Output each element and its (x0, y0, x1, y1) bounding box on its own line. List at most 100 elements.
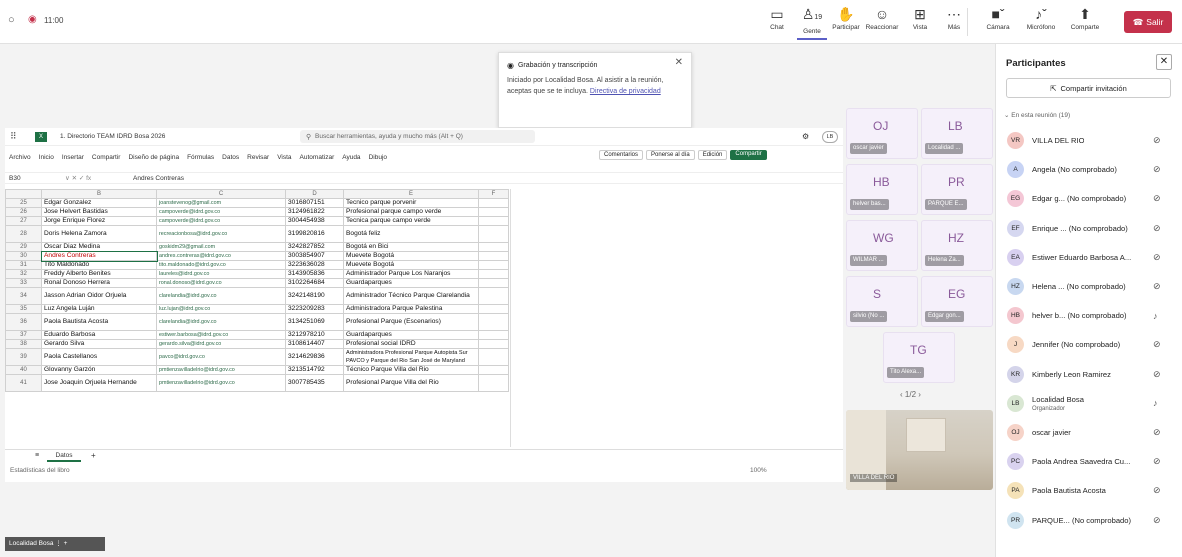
cell[interactable]: pmtienzavilladelrio@idrd.gov.co (156, 374, 286, 392)
cell[interactable]: tito.maldonado@idrd.gov.co (156, 260, 286, 270)
cell[interactable]: 3242148190 (285, 287, 344, 305)
table-row[interactable]: 36 Paola Bautista Acosta clarelandia@idrd.… (5, 313, 509, 331)
cell[interactable]: recreacionbosa@idrd.gov.co (156, 225, 286, 243)
table-row[interactable]: 32 Freddy Alberto Benites laureles@idrd.go… (5, 269, 509, 279)
cell[interactable]: campoverde@idrd.gov.co (156, 216, 286, 226)
cell[interactable]: 34 (5, 287, 42, 305)
video-tile[interactable]: WG WILMAR ... (846, 220, 918, 271)
cell[interactable] (478, 242, 509, 252)
participant-row[interactable]: HB helver b... (No comprobado) ♪ (996, 301, 1182, 330)
column-header[interactable] (5, 189, 42, 199)
cell[interactable]: pavco@idrd.gov.co (156, 348, 286, 366)
video-tile[interactable]: LB Localidad ... (921, 108, 993, 159)
cell[interactable]: estiwer.barbosa@idrd.gov.co (156, 330, 286, 340)
cell[interactable]: 3213514792 (285, 365, 344, 375)
menu-item[interactable]: Fórmulas (187, 154, 214, 161)
cell[interactable]: Tecnica parque campo verde (343, 216, 479, 226)
participant-row[interactable]: OJ oscar javier ⊘ (996, 418, 1182, 447)
cell[interactable]: 3199820816 (285, 225, 344, 243)
cell[interactable] (478, 198, 509, 208)
editing-button[interactable]: Edición (697, 150, 728, 160)
column-header[interactable]: D (285, 189, 344, 199)
cell[interactable]: Muevete Bogotá (343, 260, 479, 270)
cell[interactable]: Profesional social IDRD (343, 339, 479, 349)
table-row[interactable]: 34 Jasson Adrian Oidor Orjuela clarelandia… (5, 287, 509, 305)
cell[interactable]: Doris Helena Zamora (41, 225, 157, 243)
share-doc-button[interactable]: Compartir (730, 150, 767, 160)
cell[interactable]: 31 (5, 260, 42, 270)
cell[interactable]: Eduardo Barbosa (41, 330, 157, 340)
table-row[interactable]: 33 Ronal Donoso Herrera ronal.donoso@idrd.… (5, 278, 509, 288)
cell[interactable]: 3134251069 (285, 313, 344, 331)
workbook-stats[interactable]: Estadísticas del libro (10, 467, 70, 474)
video-tile[interactable]: TG Tito Alexa... (883, 332, 955, 383)
chat-button[interactable]: ▭ Chat (762, 4, 792, 31)
table-row[interactable]: 30 Andres Contreras andres.contreras@idrd.… (5, 250, 509, 262)
participant-row[interactable]: VR VILLA DEL RIO ⊘ (996, 126, 1182, 155)
spreadsheet-grid[interactable]: B C D E F 25 Edgar Gonzalez joanstevenog@gmail.… (5, 189, 510, 447)
react-button[interactable]: ☺ Reaccionar (866, 4, 899, 31)
cell[interactable] (478, 269, 509, 279)
cell[interactable] (478, 339, 509, 349)
participant-row[interactable]: EA Estiwer Eduardo Barbosa A... ⊘ (996, 243, 1182, 272)
search-input[interactable]: Buscar herramientas, ayuda y mucho más (… (300, 130, 535, 143)
cell[interactable]: 3223209283 (285, 304, 344, 314)
video-tile[interactable]: EG Edgar gon... (921, 276, 993, 327)
table-row[interactable]: 31 Tito Maldonado tito.maldonado@idrd.gov.… (5, 260, 509, 270)
cell[interactable]: 40 (5, 365, 42, 375)
settings-icon[interactable]: ⚙ (802, 132, 809, 141)
cell[interactable]: Bogotá feliz (343, 225, 479, 243)
cell[interactable]: 3003854907 (285, 251, 344, 261)
column-header[interactable]: E (343, 189, 479, 199)
table-row[interactable]: 28 Doris Helena Zamora recreacionbosa@idrd… (5, 225, 509, 243)
cell[interactable]: 33 (5, 278, 42, 288)
cell[interactable]: 3223636028 (285, 260, 344, 270)
cell[interactable]: Bogotá en Bici (343, 242, 479, 252)
menu-item[interactable]: Automatizar (300, 154, 335, 161)
cell[interactable]: Jose Joaquin Orjuela Hernande (41, 374, 157, 392)
cell[interactable]: campoverde@idrd.gov.co (156, 207, 286, 217)
cell[interactable]: Freddy Alberto Benites (41, 269, 157, 279)
mic-button[interactable]: ♪ˇ Micrófono (1026, 4, 1056, 31)
cell[interactable]: clarelandia@idrd.gov.co (156, 287, 286, 305)
cell[interactable]: 3007785435 (285, 374, 344, 392)
cell[interactable]: 3212978210 (285, 330, 344, 340)
cell[interactable]: 29 (5, 242, 42, 252)
video-tile[interactable]: HZ Helena Za... (921, 220, 993, 271)
menu-item[interactable]: Compartir (92, 154, 121, 161)
video-tile[interactable]: OJ oscar javier (846, 108, 918, 159)
participant-row[interactable]: PC Paola Andrea Saavedra Cu... ⊘ (996, 447, 1182, 476)
column-header[interactable]: C (156, 189, 286, 199)
camera-button[interactable]: ■ˇ Cámara (983, 4, 1013, 31)
cell[interactable] (478, 330, 509, 340)
table-row[interactable]: 41 Jose Joaquin Orjuela Hernande pmtienzav… (5, 374, 509, 392)
menu-item[interactable]: Dibujo (369, 154, 387, 161)
menu-item[interactable]: Inicio (39, 154, 54, 161)
cell[interactable] (478, 225, 509, 243)
cell[interactable]: Glovanny Garzón (41, 365, 157, 375)
cell[interactable]: 3102264684 (285, 278, 344, 288)
cell[interactable]: Andres Contreras (40, 250, 158, 262)
cell[interactable]: Administradora Parque Palestina (343, 304, 479, 314)
cell[interactable]: 30 (5, 251, 42, 261)
cell[interactable]: pmtienzavilladelrio@idrd.gov.co (156, 365, 286, 375)
cell[interactable] (478, 348, 509, 366)
table-row[interactable]: 27 Jorge Enrique Florez campoverde@idrd.go… (5, 216, 509, 226)
cell[interactable]: 3143905836 (285, 269, 344, 279)
cell[interactable]: 36 (5, 313, 42, 331)
cell[interactable]: 25 (5, 198, 42, 208)
view-button[interactable]: ⊞ Vista (905, 4, 935, 31)
table-row[interactable]: 37 Eduardo Barbosa estiwer.barbosa@idrd.go… (5, 330, 509, 340)
share-invite-button[interactable]: ⇱ Compartir invitación (1006, 78, 1171, 98)
cell[interactable] (478, 260, 509, 270)
more-button[interactable]: ⋯ Más (939, 4, 969, 31)
menu-item[interactable]: Archivo (9, 154, 31, 161)
table-row[interactable]: 35 Luz Angela Luján luz.lujan@idrd.gov.co 3… (5, 304, 509, 314)
menu-item[interactable]: Vista (277, 154, 291, 161)
cell[interactable]: Luz Angela Luján (41, 304, 157, 314)
cell[interactable]: Paola Bautista Acosta (41, 313, 157, 331)
cell[interactable]: Paola Castellanos (41, 348, 157, 366)
share-screen-button[interactable]: ⬆ Comparte (1070, 4, 1100, 31)
cell[interactable]: 3108614407 (285, 339, 344, 349)
formula-bar[interactable]: Andres Contreras (133, 175, 184, 182)
